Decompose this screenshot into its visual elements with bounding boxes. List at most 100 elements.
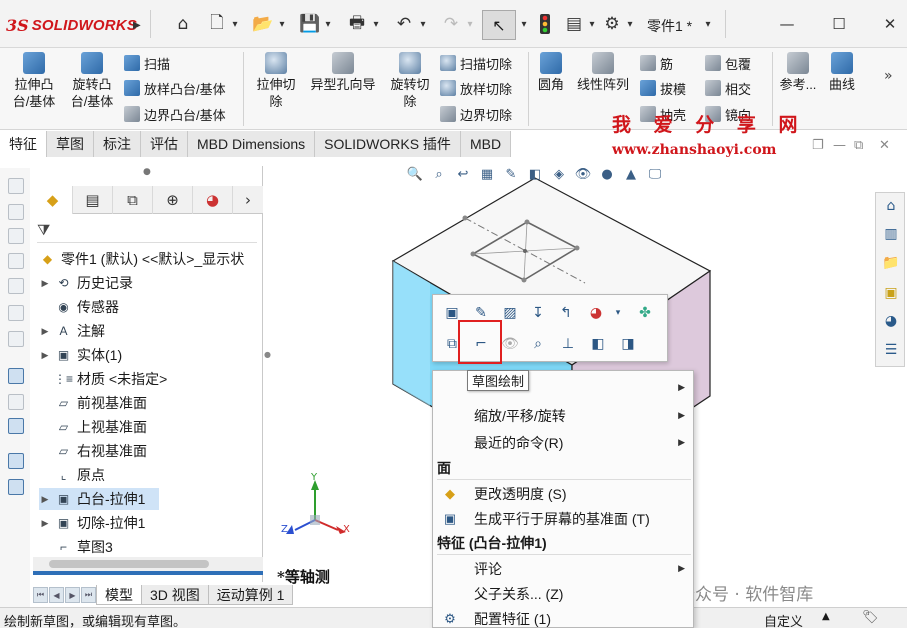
appearances-icon[interactable]: ◕: [881, 311, 901, 331]
fillet-button[interactable]: 圆角: [533, 48, 569, 93]
panel-grip-icon[interactable]: ●: [143, 167, 151, 177]
strip-tool-icon[interactable]: [8, 479, 24, 495]
filter-icon[interactable]: ⧩: [37, 221, 257, 243]
undo-dropdown-icon[interactable]: ▾: [418, 10, 428, 38]
tree-item-origin[interactable]: ⌞ 原点: [39, 464, 105, 486]
select-dropdown-icon[interactable]: ▾: [519, 10, 529, 38]
zoom-area-icon[interactable]: ⌕: [429, 164, 449, 184]
first-tab-icon[interactable]: ⏮: [33, 587, 48, 603]
tree-item-boss-extrude1[interactable]: ▶ ▣ 凸台-拉伸1: [39, 488, 159, 510]
view-palette-icon[interactable]: ▣: [881, 283, 901, 303]
tree-item-material[interactable]: ⋮≡ 材质 <未指定>: [39, 368, 167, 390]
revolve-boss-button[interactable]: 旋转凸 台/基体: [64, 48, 120, 110]
tab-evaluate[interactable]: 评估: [141, 131, 188, 157]
menu-item-comments[interactable]: 评论 ▶: [433, 556, 693, 581]
strip-tool-icon[interactable]: [8, 253, 24, 269]
tree-item-right-plane[interactable]: ▱ 右视基准面: [39, 440, 147, 462]
new-dropdown-icon[interactable]: ▾: [230, 10, 240, 38]
normal-to-icon[interactable]: ⊥: [557, 333, 579, 355]
prev-tab-icon[interactable]: ◀: [49, 587, 64, 603]
traffic-light-icon[interactable]: [537, 10, 553, 38]
feature-manager-icon[interactable]: ◆: [33, 186, 73, 214]
strip-tool-icon[interactable]: [8, 278, 24, 294]
boundary-boss-button[interactable]: 边界凸台/基体: [124, 103, 226, 125]
tab-model[interactable]: 模型: [96, 585, 142, 605]
boundary-cut-button[interactable]: 边界切除: [440, 103, 512, 125]
section-view-icon[interactable]: ▦: [477, 164, 497, 184]
doc-close-icon[interactable]: ✕: [879, 138, 890, 153]
next-tab-icon[interactable]: ▶: [65, 587, 80, 603]
tree-item-sensors[interactable]: ◉ 传感器: [39, 296, 119, 318]
tab-motion-study[interactable]: 运动算例 1: [207, 585, 294, 605]
select-arrow-icon[interactable]: ↖: [482, 10, 516, 40]
tree-item-top-plane[interactable]: ▱ 上视基准面: [39, 416, 147, 438]
tab-features[interactable]: 特征: [0, 131, 47, 157]
gear-icon[interactable]: ⚙: [601, 10, 623, 38]
wrap-button[interactable]: 包覆: [705, 52, 751, 74]
menu-item-configure-feature[interactable]: ⚙ 配置特征 (1): [433, 606, 693, 627]
ribbon-more-icon[interactable]: »: [884, 68, 893, 84]
doc-restore-icon[interactable]: ❐: [812, 138, 824, 153]
loft-boss-button[interactable]: 放样凸台/基体: [124, 77, 226, 99]
home-icon[interactable]: ⌂: [171, 10, 195, 38]
strip-tool-icon[interactable]: [8, 204, 24, 220]
sweep-button[interactable]: 扫描: [124, 52, 170, 74]
expand-arrow-icon[interactable]: ▶: [39, 326, 51, 337]
view-cube-icon[interactable]: ◨: [617, 333, 639, 355]
expand-arrow-icon[interactable]: ▶: [39, 350, 51, 361]
minimize-icon[interactable]: —: [775, 12, 799, 36]
configuration-manager-icon[interactable]: ⧉: [113, 186, 153, 214]
isometric-icon[interactable]: ◧: [587, 333, 609, 355]
more-tabs-icon[interactable]: ›: [233, 186, 263, 214]
open-dropdown-icon[interactable]: ▾: [277, 10, 287, 38]
expand-arrow-icon[interactable]: ▶: [39, 518, 51, 529]
rebuild-icon[interactable]: ▤: [563, 10, 585, 38]
title-dropdown-icon[interactable]: ▾: [703, 10, 713, 38]
display-style-icon[interactable]: ◈: [549, 164, 569, 184]
menu-item-plane-parallel-screen[interactable]: ▣ 生成平行于屏幕的基准面 (T): [433, 506, 693, 531]
strip-tool-icon[interactable]: [8, 394, 24, 410]
panel-collapse-icon[interactable]: ●: [264, 350, 271, 359]
tree-item-front-plane[interactable]: ▱ 前视基准面: [39, 392, 147, 414]
menu-item-zoom-pan-rotate[interactable]: 缩放/平移/旋转 ▶: [433, 403, 693, 428]
tab-markup[interactable]: 标注: [94, 131, 141, 157]
print-dropdown-icon[interactable]: ▾: [371, 10, 381, 38]
menu-item-recent-commands[interactable]: 最近的命令(R) ▶: [433, 430, 693, 455]
horizontal-scrollbar[interactable]: [33, 557, 263, 571]
tab-mbd-dimensions[interactable]: MBD Dimensions: [188, 131, 316, 157]
home-icon[interactable]: ⌂: [881, 196, 901, 216]
strip-tool-icon[interactable]: [8, 331, 24, 347]
new-document-icon[interactable]: 🗋: [206, 10, 228, 38]
strip-tool-icon[interactable]: [8, 418, 24, 434]
strip-tool-icon[interactable]: [8, 305, 24, 321]
tab-3d-view[interactable]: 3D 视图: [141, 585, 209, 605]
unit-dropdown-icon[interactable]: ▲: [822, 611, 830, 622]
open-icon[interactable]: 📂: [251, 10, 275, 38]
display-settings-icon[interactable]: 🖵: [645, 164, 665, 184]
menu-item-change-transparency[interactable]: ◆ 更改透明度 (S): [433, 481, 693, 506]
linear-pattern-button[interactable]: 线性阵列: [572, 48, 634, 93]
expand-arrow-icon[interactable]: ▶: [39, 278, 51, 289]
maximize-icon[interactable]: ☐: [827, 12, 851, 36]
rollback-icon[interactable]: ↧: [527, 302, 549, 324]
extrude-boss-button[interactable]: 拉伸凸 台/基体: [6, 48, 62, 110]
tree-item-annotations[interactable]: ▶ A 注解: [39, 320, 105, 342]
strip-tool-icon[interactable]: [8, 453, 24, 469]
draft-button[interactable]: 拔模: [640, 77, 686, 99]
previous-view-icon[interactable]: ↩: [453, 164, 473, 184]
save-icon[interactable]: 💾: [299, 10, 321, 38]
zoom-to-selection-icon[interactable]: ⌕: [527, 333, 549, 355]
last-tab-icon[interactable]: ⏭: [81, 587, 96, 603]
curves-button[interactable]: 曲线: [824, 48, 860, 93]
return-icon[interactable]: ↰: [555, 302, 577, 324]
tree-item-solid-bodies[interactable]: ▶ ▣ 实体(1): [39, 344, 123, 366]
custom-properties-icon[interactable]: ☰: [881, 340, 901, 360]
doc-tile-icon[interactable]: ⧉: [854, 138, 863, 153]
edit-color-icon[interactable]: ▨: [499, 302, 521, 324]
color-palette-icon[interactable]: ✤: [634, 302, 656, 324]
tab-mbd[interactable]: MBD: [460, 131, 512, 157]
swept-cut-button[interactable]: 扫描切除: [440, 52, 512, 74]
property-manager-icon[interactable]: ▤: [73, 186, 113, 214]
doc-minimize-icon[interactable]: —: [833, 138, 846, 153]
sketch-tool-icon[interactable]: [8, 368, 24, 384]
